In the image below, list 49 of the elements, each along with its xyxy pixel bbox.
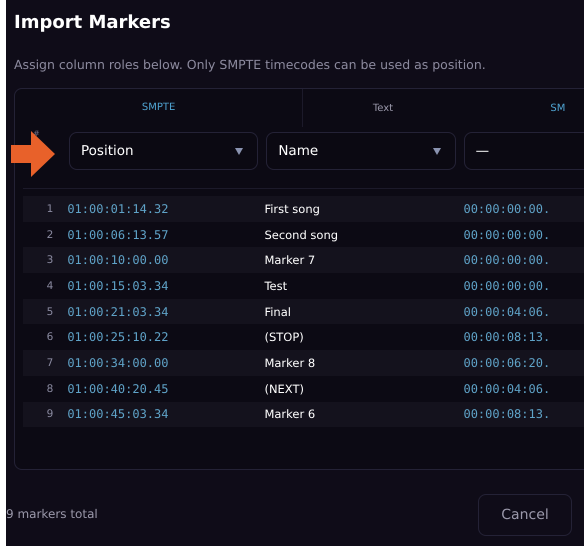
row-number: 3 bbox=[46, 254, 54, 266]
table-cell-text: Marker 7 bbox=[264, 253, 316, 268]
role-dropdown[interactable]: Name bbox=[266, 132, 456, 170]
table-cell-text: First song bbox=[264, 202, 321, 216]
table-cell-text: (STOP) bbox=[264, 330, 305, 344]
marker-count: 9 markers total bbox=[6, 507, 98, 521]
table-cell-text: 01:00:34:00.00 bbox=[67, 356, 170, 370]
table-cell-text: 00:00:00:00. bbox=[463, 202, 552, 216]
role-dropdown[interactable]: — bbox=[464, 132, 584, 170]
row-number: 4 bbox=[46, 280, 54, 292]
table-cell-text: 00:00:06:20. bbox=[463, 356, 552, 370]
column-type-label: SM bbox=[549, 102, 566, 114]
table-cell-text: 00:00:00:00. bbox=[463, 253, 552, 268]
table-cell-text: 00:00:04:06. bbox=[463, 304, 552, 319]
table-cell-text: Marker 6 bbox=[264, 407, 316, 422]
row-number: 6 bbox=[46, 331, 54, 344]
row-number: 5 bbox=[46, 306, 54, 318]
table-cell-text: 01:00:01:14.32 bbox=[67, 202, 170, 216]
table-cell-text: Second song bbox=[264, 228, 340, 242]
dialog-title: Import Markers bbox=[14, 12, 172, 35]
table-cell-text: (NEXT) bbox=[264, 382, 305, 396]
caret-icon bbox=[432, 148, 441, 154]
row-number: 2 bbox=[46, 228, 54, 241]
table-cell-text: Test bbox=[264, 278, 288, 293]
row-number: 8 bbox=[46, 382, 54, 395]
table-cell-text: Marker 8 bbox=[264, 356, 316, 370]
row-number: 1 bbox=[46, 202, 54, 215]
table-cell-text: 01:00:21:03.34 bbox=[67, 304, 170, 319]
row-number: 7 bbox=[46, 356, 54, 369]
table-cell-text: 00:00:04:06. bbox=[463, 382, 552, 396]
row-number: 9 bbox=[46, 408, 54, 420]
role-dropdown[interactable]: Position bbox=[69, 132, 258, 170]
table-cell-text: 00:00:08:13. bbox=[463, 330, 552, 344]
table-cell-text: 01:00:45:03.34 bbox=[67, 407, 170, 422]
table-cell-text: 01:00:10:00.00 bbox=[67, 253, 170, 268]
caret-icon bbox=[235, 148, 244, 154]
table-cell-text: 00:00:00:00. bbox=[463, 228, 552, 242]
table-cell-text: 01:00:25:10.22 bbox=[67, 330, 170, 344]
dialog-subtitle: Assign column roles below. Only SMPTE timecodes can be used as position. bbox=[14, 57, 487, 72]
table-cell-text: 00:00:08:13. bbox=[463, 407, 552, 422]
arrow-icon bbox=[11, 131, 55, 177]
table-cell-text: 01:00:40:20.45 bbox=[67, 382, 170, 396]
table-cell-text: 01:00:06:13.57 bbox=[67, 228, 170, 242]
column-type-label: SMPTE bbox=[15, 89, 304, 127]
table-cell-text: 00:00:00:00. bbox=[463, 278, 552, 293]
cancel-button[interactable]: Cancel bbox=[478, 494, 572, 536]
table-cell-text: 01:00:15:03.34 bbox=[67, 278, 170, 293]
column-type-label: Text bbox=[372, 102, 394, 114]
table-cell-text: Final bbox=[264, 304, 292, 319]
